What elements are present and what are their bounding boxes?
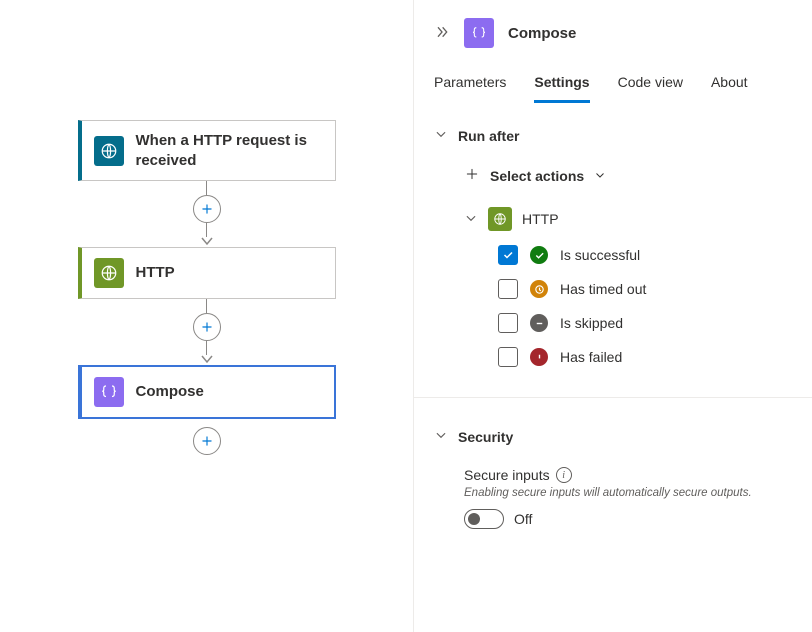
node-trigger-http-request[interactable]: When a HTTP request is received	[78, 120, 336, 181]
select-actions-label: Select actions	[490, 168, 584, 184]
status-has-failed: Has failed	[498, 347, 792, 367]
toggle-state: Off	[514, 511, 532, 527]
braces-icon	[94, 377, 124, 407]
add-step-button[interactable]	[193, 313, 221, 341]
node-title: HTTP	[136, 263, 175, 283]
action-header[interactable]: HTTP	[464, 207, 792, 231]
secure-inputs-helper: Enabling secure inputs will automaticall…	[464, 487, 764, 499]
checkbox-failed[interactable]	[498, 347, 518, 367]
tab-settings[interactable]: Settings	[534, 66, 589, 103]
minus-circle-icon	[530, 314, 548, 332]
action-name: HTTP	[522, 211, 559, 227]
arrow-down-icon	[201, 355, 213, 365]
globe-icon	[94, 258, 124, 288]
run-after-action: HTTP Is successful Ha	[464, 207, 792, 367]
secure-inputs-label: Secure inputs	[464, 467, 550, 483]
section-title: Security	[458, 429, 513, 445]
tab-about[interactable]: About	[711, 66, 748, 102]
status-label: Has failed	[560, 349, 622, 365]
chevron-down-icon	[594, 168, 606, 184]
section-run-after[interactable]: Run after	[434, 127, 792, 144]
connector	[193, 299, 221, 365]
info-icon[interactable]: i	[556, 467, 572, 483]
add-step-button[interactable]	[193, 195, 221, 223]
workflow-flow: When a HTTP request is received HTTP	[0, 120, 413, 455]
tab-parameters[interactable]: Parameters	[434, 66, 506, 102]
status-is-skipped: Is skipped	[498, 313, 792, 333]
divider	[414, 397, 812, 398]
pane-body: Run after Select actions HTTP	[414, 103, 812, 545]
select-actions-button[interactable]: Select actions	[464, 166, 792, 185]
chevron-down-icon	[434, 428, 448, 445]
secure-inputs-toggle[interactable]	[464, 509, 504, 529]
globe-icon	[488, 207, 512, 231]
status-label: Is skipped	[560, 315, 623, 331]
checkbox-skipped[interactable]	[498, 313, 518, 333]
chevrons-right-icon[interactable]	[434, 24, 450, 43]
checkbox-success[interactable]	[498, 245, 518, 265]
node-title: When a HTTP request is received	[136, 131, 323, 170]
tabs: Parameters Settings Code view About	[414, 66, 812, 103]
chevron-down-icon	[464, 211, 478, 228]
node-http[interactable]: HTTP	[78, 247, 336, 299]
braces-icon	[464, 18, 494, 48]
clock-icon	[530, 280, 548, 298]
status-label: Has timed out	[560, 281, 646, 297]
node-compose[interactable]: Compose	[78, 365, 336, 419]
status-label: Is successful	[560, 247, 640, 263]
plus-icon	[464, 166, 480, 185]
pane-title: Compose	[508, 25, 576, 42]
check-circle-icon	[530, 246, 548, 264]
tab-code-view[interactable]: Code view	[618, 66, 683, 102]
section-title: Run after	[458, 128, 519, 144]
settings-pane: Compose Parameters Settings Code view Ab…	[414, 0, 812, 632]
arrow-down-icon	[201, 237, 213, 247]
chevron-down-icon	[434, 127, 448, 144]
node-title: Compose	[136, 382, 204, 402]
pane-header: Compose	[414, 18, 812, 66]
secure-inputs-row: Secure inputs i Enabling secure inputs w…	[464, 467, 792, 529]
connector	[193, 181, 221, 247]
workflow-canvas: When a HTTP request is received HTTP	[0, 0, 414, 632]
add-step-button[interactable]	[193, 427, 221, 455]
status-has-timed-out: Has timed out	[498, 279, 792, 299]
status-list: Is successful Has timed out Is skipped	[498, 245, 792, 367]
globe-icon	[94, 136, 124, 166]
status-is-successful: Is successful	[498, 245, 792, 265]
section-security[interactable]: Security	[434, 428, 792, 445]
checkbox-timed-out[interactable]	[498, 279, 518, 299]
exclamation-circle-icon	[530, 348, 548, 366]
